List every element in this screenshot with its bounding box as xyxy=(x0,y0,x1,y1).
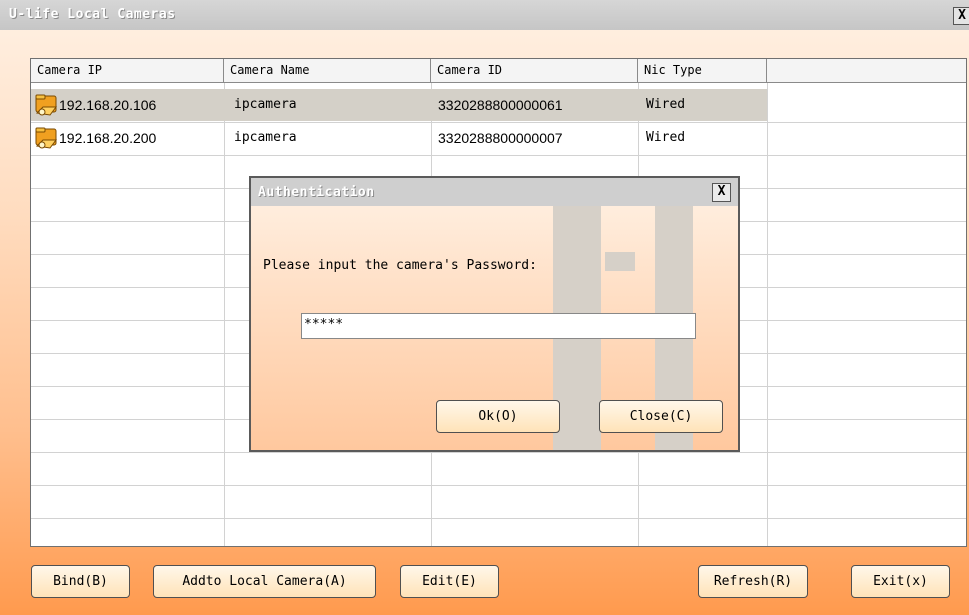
window-close-button[interactable]: X xyxy=(953,7,969,25)
cell-nic-type: Wired xyxy=(646,130,686,145)
dialog-close-button[interactable]: Close(C) xyxy=(599,400,723,433)
camera-folder-icon xyxy=(35,127,57,149)
cell-camera-id: 3320288800000061 xyxy=(438,97,563,113)
column-header-empty[interactable] xyxy=(767,59,966,83)
refresh-button[interactable]: Refresh(R) xyxy=(698,565,808,598)
cell-camera-ip: 192.168.20.106 xyxy=(59,97,157,113)
camera-folder-icon xyxy=(35,94,57,116)
ok-button[interactable]: Ok(O) xyxy=(436,400,560,433)
window-title: U-life Local Cameras xyxy=(9,7,176,22)
column-header-camera-id[interactable]: Camera ID xyxy=(431,59,638,83)
addto-local-camera-button[interactable]: Addto Local Camera(A) xyxy=(153,565,376,598)
cell-camera-name: ipcamera xyxy=(234,130,297,145)
grid-divider xyxy=(31,155,966,156)
main-window: U-life Local Cameras X Camera IP Camera … xyxy=(0,0,969,615)
grid-divider xyxy=(31,452,966,453)
column-header-camera-name[interactable]: Camera Name xyxy=(224,59,431,83)
background-artifact xyxy=(605,252,635,271)
column-header-camera-ip[interactable]: Camera IP xyxy=(31,59,224,83)
grid-divider xyxy=(31,485,966,486)
bind-button[interactable]: Bind(B) xyxy=(31,565,130,598)
cell-nic-type: Wired xyxy=(646,97,686,112)
dialog-title-bar[interactable]: Authentication X xyxy=(251,178,738,206)
cell-camera-id: 3320288800000007 xyxy=(438,130,563,146)
table-row[interactable]: 192.168.20.200 ipcamera 3320288800000007… xyxy=(31,122,966,154)
password-prompt-label: Please input the camera's Password: xyxy=(263,258,537,273)
cell-camera-ip: 192.168.20.200 xyxy=(59,130,157,146)
dialog-close-icon[interactable]: X xyxy=(712,183,731,202)
cell-camera-name: ipcamera xyxy=(234,97,297,112)
exit-button[interactable]: Exit(x) xyxy=(851,565,950,598)
edit-button[interactable]: Edit(E) xyxy=(400,565,499,598)
table-row[interactable]: 192.168.20.106 ipcamera 3320288800000061… xyxy=(31,89,966,121)
grid-divider xyxy=(31,518,966,519)
password-input[interactable]: ***** xyxy=(301,313,696,339)
authentication-dialog: Authentication X Please input the camera… xyxy=(249,176,740,452)
column-header-nic-type[interactable]: Nic Type xyxy=(638,59,767,83)
title-bar[interactable]: U-life Local Cameras X xyxy=(0,0,969,30)
dialog-title: Authentication xyxy=(258,185,375,200)
